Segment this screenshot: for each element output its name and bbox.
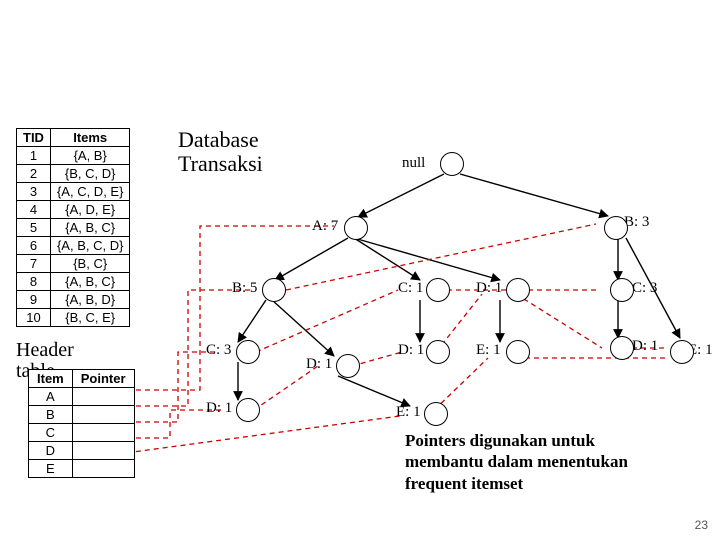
tx-row: 3{A, C, D, E}	[17, 183, 130, 201]
node-b5: B: 5	[232, 280, 257, 297]
node-d1-b5-circle	[336, 354, 360, 378]
node-d1-leftbottom-circle	[236, 398, 260, 422]
page-number: 23	[695, 518, 708, 532]
node-b3-circle	[604, 216, 628, 240]
tx-row: 5{A, B, C}	[17, 219, 130, 237]
hdr-row: E	[29, 460, 135, 478]
node-c1-circle	[426, 278, 450, 302]
node-c3-right-circle	[610, 278, 634, 302]
node-c1: C: 1	[398, 280, 423, 297]
hdr-row: A	[29, 388, 135, 406]
node-d1-b5: D: 1	[306, 356, 332, 373]
node-d1-right: D: 1	[632, 338, 658, 355]
caption: Pointers digunakan untuk membantu dalam …	[405, 430, 628, 494]
node-d1-underA: D: 1	[476, 280, 502, 297]
node-a7-circle	[344, 216, 368, 240]
diagram-title: Database Transaksi	[178, 128, 263, 176]
node-null-circle	[440, 152, 464, 176]
tx-row: 1{A, B}	[17, 147, 130, 165]
node-e1-underD1-circle	[506, 340, 530, 364]
node-c3-right: C: 3	[632, 280, 657, 297]
tx-row: 6{A, B, C, D}	[17, 237, 130, 255]
diagram-canvas: Database Transaksi TID Items 1{A, B} 2{B…	[0, 0, 720, 540]
tx-th-tid: TID	[17, 129, 51, 147]
node-c3-left: C: 3	[206, 342, 231, 359]
node-d1-underC1-circle	[426, 340, 450, 364]
node-a7: A: 7	[312, 218, 338, 235]
title-line2: Transaksi	[178, 151, 263, 176]
header-table: Item Pointer A B C D E	[28, 369, 135, 478]
hdr-row: C	[29, 424, 135, 442]
node-null: null	[402, 155, 425, 172]
node-d1-underA-circle	[506, 278, 530, 302]
node-d1-leftbottom: D: 1	[206, 400, 232, 417]
transaction-table: TID Items 1{A, B} 2{B, C, D} 3{A, C, D, …	[16, 128, 130, 327]
node-e1-bottom: E: 1	[396, 404, 421, 421]
tx-row: 4{A, D, E}	[17, 201, 130, 219]
title-line1: Database	[178, 127, 259, 152]
hdr-th-pointer: Pointer	[72, 370, 134, 388]
node-e1-underD1: E: 1	[476, 342, 501, 359]
node-e1-bottom-circle	[424, 402, 448, 426]
node-d1-underC1: D: 1	[398, 342, 424, 359]
hdr-row: D	[29, 442, 135, 460]
tx-row: 8{A, B, C}	[17, 273, 130, 291]
tx-th-items: Items	[50, 129, 129, 147]
node-e1-right-circle	[670, 340, 694, 364]
tx-row: 7{B, C}	[17, 255, 130, 273]
node-c3-left-circle	[236, 340, 260, 364]
hdr-th-item: Item	[29, 370, 73, 388]
node-b5-circle	[262, 278, 286, 302]
node-d1-right-circle	[610, 336, 634, 360]
tx-row: 2{B, C, D}	[17, 165, 130, 183]
tx-row: 9{A, B, D}	[17, 291, 130, 309]
hdr-row: B	[29, 406, 135, 424]
tx-row: 10{B, C, E}	[17, 309, 130, 327]
